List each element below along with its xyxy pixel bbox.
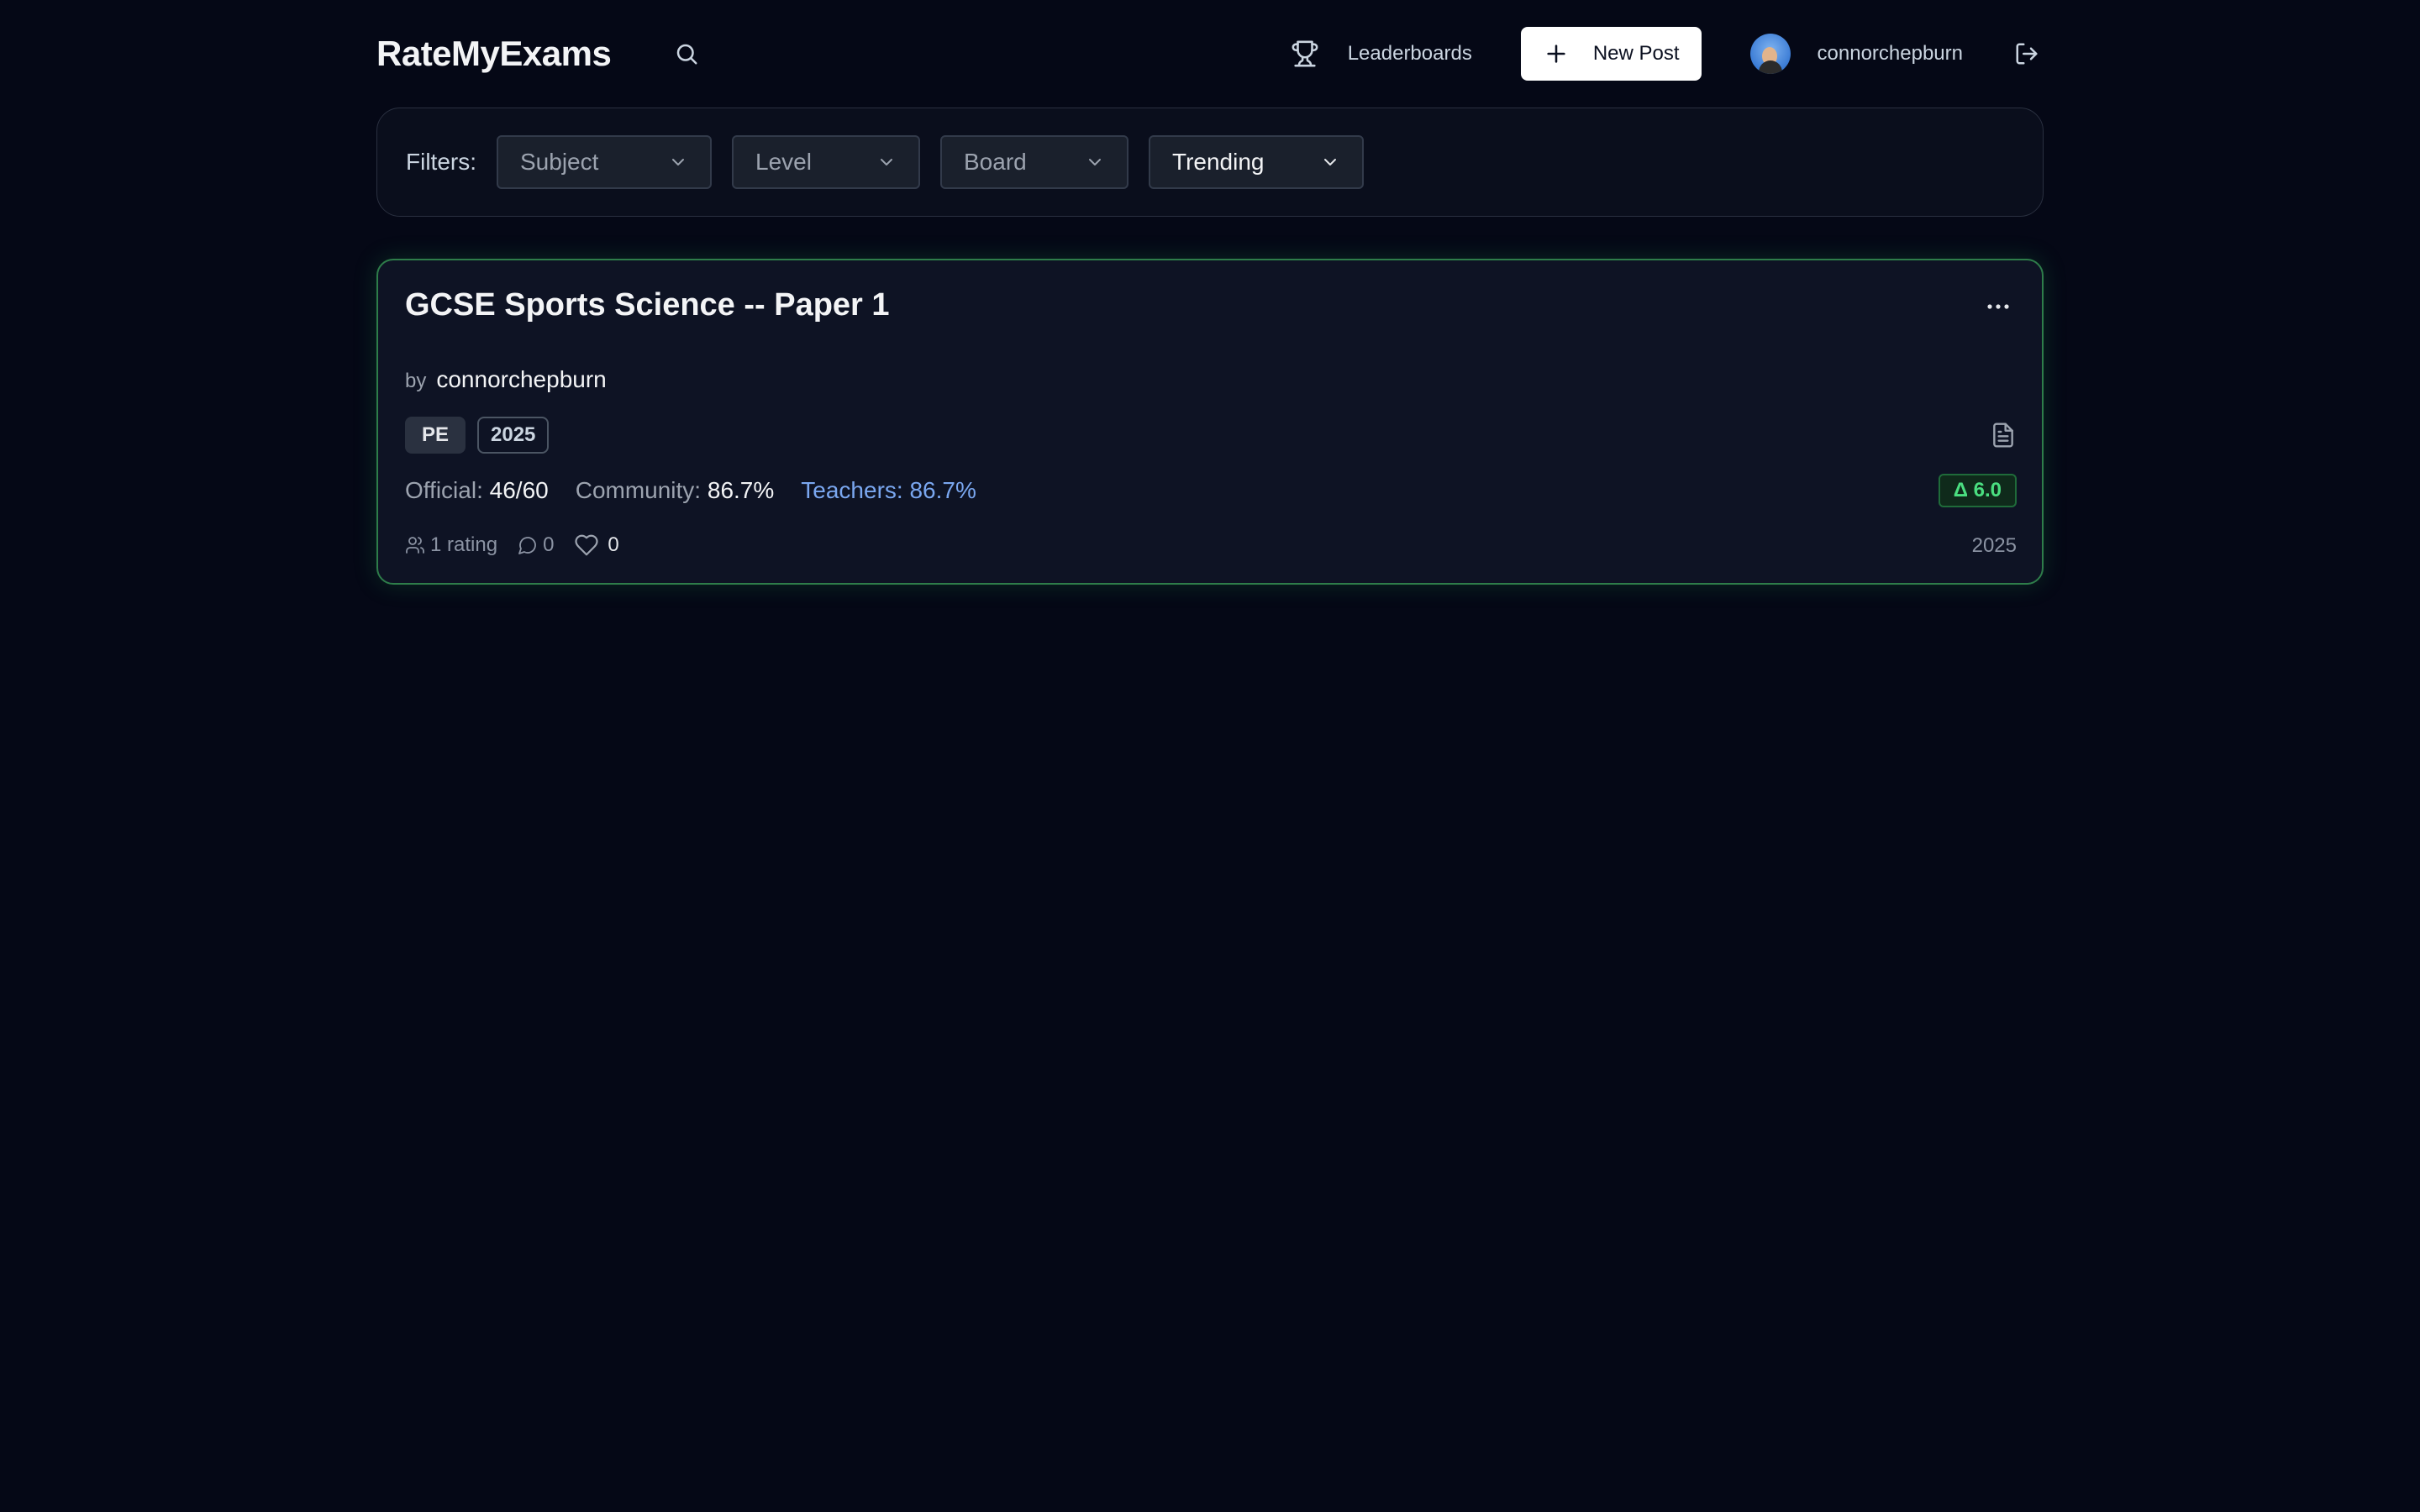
heart-icon	[575, 534, 599, 556]
post-card[interactable]: GCSE Sports Science -- Paper 1 by connorc…	[376, 259, 2044, 585]
new-post-button[interactable]: New Post	[1520, 27, 1702, 81]
ratings-count: 1 rating	[405, 533, 497, 557]
avatar	[1749, 34, 1791, 74]
board-select[interactable]: Board	[940, 135, 1128, 189]
document-icon	[1993, 423, 2013, 448]
official-value: 46/60	[489, 477, 549, 503]
filters-label: Filters:	[406, 149, 476, 175]
teachers-score: Teachers: 86.7%	[801, 477, 976, 504]
more-options-button[interactable]	[1980, 294, 2017, 319]
sort-select-value: Trending	[1172, 149, 1265, 175]
search-icon	[677, 44, 697, 65]
logout-button[interactable]	[2010, 37, 2044, 71]
board-select-value: Board	[964, 149, 1027, 175]
community-label: Community:	[575, 477, 702, 503]
comments-button[interactable]: 0	[518, 533, 554, 557]
more-horizontal-icon	[1987, 304, 2009, 309]
community-value: 86.7%	[707, 477, 775, 503]
post-title[interactable]: GCSE Sports Science -- Paper 1	[405, 287, 890, 323]
official-score: Official: 46/60	[405, 477, 549, 504]
post-scores: Official: 46/60 Community: 86.7% Teacher…	[405, 477, 976, 504]
filters-bar: Filters: Subject Level Board Trending	[376, 108, 2044, 217]
username: connorchepburn	[1817, 42, 1963, 65]
leaderboards-link[interactable]: Leaderboards	[1291, 39, 1472, 68]
teachers-value: 86.7%	[909, 477, 976, 503]
comments-count: 0	[543, 533, 555, 556]
logout-icon	[2016, 43, 2038, 65]
top-nav: RateMyExams Leaderboards New Post connor…	[376, 24, 2044, 84]
post-byline: by connorchepburn	[405, 366, 607, 393]
chevron-down-icon	[1089, 159, 1101, 165]
year-tag[interactable]: 2025	[477, 417, 550, 454]
page: RateMyExams Leaderboards New Post connor…	[0, 0, 2420, 1512]
post-meta: 1 rating 0 0	[405, 533, 619, 558]
brand-logo[interactable]: RateMyExams	[376, 34, 612, 74]
sort-select[interactable]: Trending	[1149, 135, 1364, 189]
chevron-down-icon	[672, 159, 684, 165]
level-select-value: Level	[755, 149, 812, 175]
comment-icon	[518, 537, 536, 554]
search-button[interactable]	[670, 37, 703, 71]
subject-select[interactable]: Subject	[497, 135, 712, 189]
subject-select-value: Subject	[520, 149, 599, 175]
plus-icon	[1547, 45, 1565, 63]
community-score: Community: 86.7%	[576, 477, 775, 504]
teachers-label: Teachers:	[801, 477, 903, 503]
users-icon	[406, 537, 424, 554]
subject-tag[interactable]: PE	[405, 417, 466, 454]
official-label: Official:	[405, 477, 483, 503]
likes-count: 0	[608, 533, 619, 556]
chevron-down-icon	[881, 159, 892, 165]
delta-badge: Δ 6.0	[1938, 474, 2017, 507]
leaderboards-label: Leaderboards	[1347, 42, 1472, 65]
chevron-down-icon	[1324, 159, 1336, 165]
post-year: 2025	[1971, 534, 2017, 557]
ratings-label: 1 rating	[430, 533, 498, 556]
trophy-icon	[1292, 40, 1318, 67]
by-label: by	[405, 370, 427, 392]
post-tags: PE 2025	[405, 417, 550, 454]
like-button[interactable]: 0	[574, 533, 619, 558]
author-link[interactable]: connorchepburn	[436, 366, 606, 392]
document-button[interactable]	[1990, 420, 2017, 450]
user-menu[interactable]: connorchepburn	[1749, 34, 1963, 74]
level-select[interactable]: Level	[732, 135, 920, 189]
new-post-label: New Post	[1592, 42, 1680, 65]
